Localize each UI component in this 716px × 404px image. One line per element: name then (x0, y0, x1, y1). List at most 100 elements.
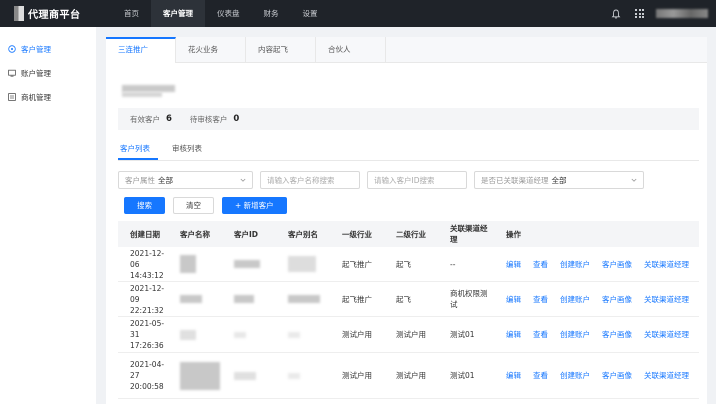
filter-bar: 客户属性 全部 请输入客户名称搜索 请输入客户ID搜索 是否已关联渠道经理 全部 (118, 171, 651, 189)
col-customer-alias: 客户别名 (288, 229, 318, 239)
table-header: 创建日期 客户名称 客户ID 客户别名 一级行业 二级行业 关联渠道经理 操作 (118, 221, 699, 247)
business-tabs: 三连推广 花火业务 内容起飞 合伙人 (106, 37, 707, 63)
channel-manager-select[interactable]: 是否已关联渠道经理 全部 (474, 171, 644, 189)
view-link[interactable]: 查看 (533, 370, 548, 381)
nav-settings[interactable]: 设置 (291, 0, 330, 27)
main-nav: 首页 客户管理 仪表盘 财务 设置 (112, 0, 330, 27)
valid-customers-value: 6 (166, 114, 172, 124)
create-account-link[interactable]: 创建账户 (560, 294, 590, 305)
list-tabs: 客户列表 审核列表 (118, 141, 699, 161)
industry-2-cell: 起飞 (396, 294, 411, 304)
chevron-down-icon (240, 178, 246, 182)
sidebar: 客户管理 账户管理 商机管理 (0, 27, 96, 404)
customer-id-cell (222, 260, 276, 268)
tab-partner[interactable]: 合伙人 (316, 37, 386, 63)
table-row: 2021-04-27 20:00:58 测试户用 测试户用 测试01 编辑 查看 … (118, 353, 699, 399)
search-button[interactable]: 搜索 (124, 197, 165, 214)
industry-2-cell: 起飞 (396, 259, 411, 269)
pending-customers-value: 0 (233, 114, 240, 124)
sidebar-item-customer[interactable]: 客户管理 (0, 38, 96, 60)
apps-grid-icon[interactable] (635, 9, 644, 18)
row-actions: 编辑 查看 创建账户 客户画像 关联渠道经理 (494, 370, 699, 381)
clear-button[interactable]: 清空 (173, 197, 214, 214)
link-channel-manager-link[interactable]: 关联渠道经理 (644, 294, 689, 305)
opportunity-icon (8, 93, 16, 101)
industry-1-cell: 起飞推广 (342, 259, 372, 269)
customer-profile-link[interactable]: 客户画像 (602, 329, 632, 340)
sidebar-item-label: 客户管理 (21, 44, 51, 54)
created-date-cell: 2021-05-31 17:26:36 (130, 319, 165, 350)
row-actions: 编辑 查看 创建账户 客户画像 关联渠道经理 (494, 294, 699, 305)
top-right-tools (611, 0, 708, 27)
customer-id-cell (222, 331, 276, 338)
logo[interactable]: 代理商平台 (14, 6, 98, 21)
customer-id-cell (222, 371, 276, 380)
customer-name-input[interactable]: 请输入客户名称搜索 (260, 171, 360, 189)
link-channel-manager-link[interactable]: 关联渠道经理 (644, 370, 689, 381)
tab-customer-list[interactable]: 客户列表 (118, 141, 158, 160)
customer-alias-cell (276, 331, 330, 338)
edit-link[interactable]: 编辑 (506, 329, 521, 340)
nav-finance[interactable]: 财务 (252, 0, 291, 27)
tab-content-qifei[interactable]: 内容起飞 (246, 37, 316, 63)
col-industry-2: 二级行业 (396, 229, 426, 239)
tab-review-list[interactable]: 审核列表 (170, 141, 210, 160)
nav-dashboard[interactable]: 仪表盘 (205, 0, 252, 27)
chevron-down-icon (631, 178, 637, 182)
industry-2-cell: 测试户用 (396, 330, 426, 339)
main-content: 三连推广 花火业务 内容起飞 合伙人 有效客户 6 待审核客户 0 客户列表 审… (106, 37, 707, 404)
customer-name-cell (168, 255, 222, 273)
create-account-link[interactable]: 创建账户 (560, 259, 590, 270)
link-channel-manager-link[interactable]: 关联渠道经理 (644, 329, 689, 340)
customer-profile-link[interactable]: 客户画像 (602, 370, 632, 381)
create-account-link[interactable]: 创建账户 (560, 329, 590, 340)
col-industry-1: 一级行业 (342, 229, 372, 239)
valid-customers-label: 有效客户 (130, 114, 160, 124)
user-avatar[interactable] (656, 9, 708, 18)
create-account-link[interactable]: 创建账户 (560, 370, 590, 381)
view-link[interactable]: 查看 (533, 294, 548, 305)
channel-manager-cell: 测试01 (450, 371, 475, 380)
tab-sanlian[interactable]: 三连推广 (106, 37, 176, 63)
redacted-subtitle (122, 92, 162, 97)
row-actions: 编辑 查看 创建账户 客户画像 关联渠道经理 (494, 329, 699, 340)
nav-customer-management[interactable]: 客户管理 (151, 0, 205, 27)
view-link[interactable]: 查看 (533, 329, 548, 340)
col-created-date: 创建日期 (130, 229, 160, 239)
customer-alias-cell (276, 295, 330, 303)
col-channel-manager: 关联渠道经理 (450, 224, 488, 244)
bell-icon[interactable] (611, 9, 621, 19)
col-actions: 操作 (506, 229, 521, 239)
sidebar-item-label: 商机管理 (21, 92, 51, 102)
channel-manager-cell: 测试01 (450, 330, 475, 339)
action-buttons: 搜索 清空 + 新增客户 (124, 197, 295, 214)
stats-bar: 有效客户 6 待审核客户 0 (118, 108, 699, 130)
customer-table: 创建日期 客户名称 客户ID 客户别名 一级行业 二级行业 关联渠道经理 操作 … (118, 221, 699, 399)
pending-customers-label: 待审核客户 (189, 114, 228, 124)
redacted-title (122, 85, 175, 92)
edit-link[interactable]: 编辑 (506, 259, 521, 270)
customer-alias-cell (276, 372, 330, 379)
created-date-cell: 2021-12-06 14:43:12 (130, 248, 165, 280)
add-customer-button[interactable]: + 新增客户 (222, 197, 287, 214)
account-icon (8, 69, 16, 77)
customer-id-input[interactable]: 请输入客户ID搜索 (367, 171, 467, 189)
industry-2-cell: 测试户用 (396, 371, 426, 380)
customer-profile-link[interactable]: 客户画像 (602, 259, 632, 270)
sidebar-item-opportunity[interactable]: 商机管理 (0, 86, 96, 108)
view-link[interactable]: 查看 (533, 259, 548, 270)
table-row: 2021-05-31 17:26:36 测试户用 测试户用 测试01 编辑 查看 … (118, 317, 699, 353)
tab-huahuo[interactable]: 花火业务 (176, 37, 246, 63)
edit-link[interactable]: 编辑 (506, 294, 521, 305)
top-navbar: 代理商平台 首页 客户管理 仪表盘 财务 设置 (0, 0, 716, 27)
nav-home[interactable]: 首页 (112, 0, 151, 27)
table-row: 2021-12-09 22:21:32 起飞推广 起飞 商机权限测试 编辑 查看 … (118, 282, 699, 317)
industry-1-cell: 起飞推广 (342, 294, 372, 304)
customer-name-cell (168, 329, 222, 340)
link-channel-manager-link[interactable]: 关联渠道经理 (644, 259, 689, 270)
customer-profile-link[interactable]: 客户画像 (602, 294, 632, 305)
customer-attr-select[interactable]: 客户属性 全部 (118, 171, 253, 189)
edit-link[interactable]: 编辑 (506, 370, 521, 381)
customer-name-cell (168, 361, 222, 390)
sidebar-item-account[interactable]: 账户管理 (0, 62, 96, 84)
